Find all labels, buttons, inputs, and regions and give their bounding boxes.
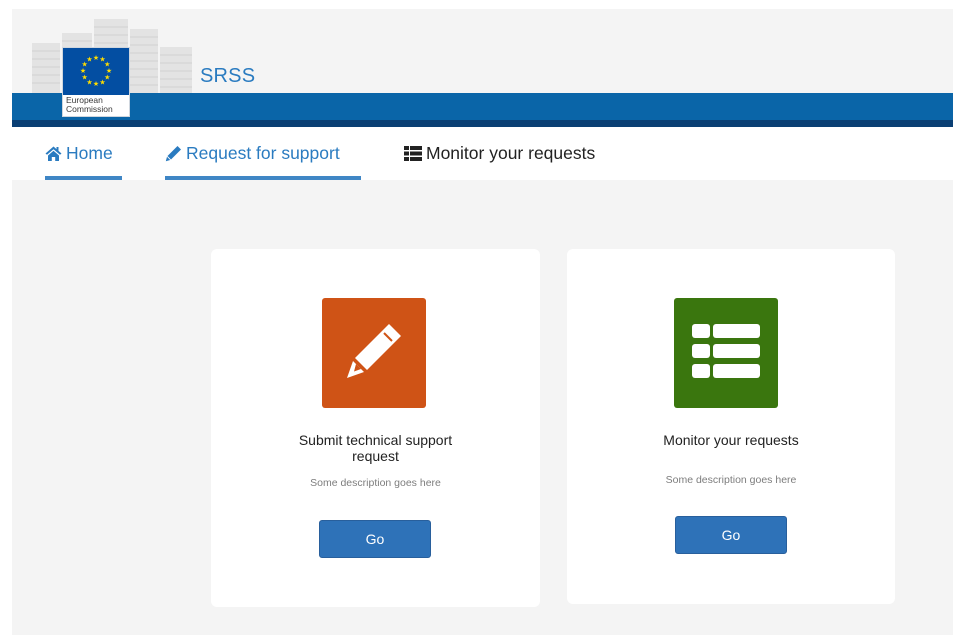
nav-active-indicator: [45, 176, 122, 180]
card-description: Some description goes here: [665, 474, 797, 486]
header-dark-band: [12, 120, 953, 127]
nav-item-monitor-requests[interactable]: Monitor your requests: [404, 127, 634, 180]
nav-item-request-for-support[interactable]: Request for support: [165, 127, 361, 180]
go-button[interactable]: Go: [675, 516, 787, 554]
nav-label-home: Home: [66, 143, 113, 163]
svg-text:★: ★: [93, 80, 99, 88]
monitor-requests-card: Monitor your requests Some description g…: [567, 249, 895, 604]
list-icon: [692, 323, 760, 383]
pencil-icon: [165, 145, 182, 162]
list-icon: [404, 146, 422, 161]
european-commission-logo[interactable]: ★ ★ ★ ★ ★ ★ ★ ★ ★ ★ ★ ★ European Commiss…: [62, 47, 130, 117]
logo-caption: European Commission: [66, 96, 113, 114]
logo-text-line2: Commission: [66, 104, 113, 114]
svg-text:★: ★: [93, 54, 99, 62]
submit-request-tile[interactable]: [322, 298, 426, 408]
svg-text:★: ★: [86, 56, 92, 64]
go-button[interactable]: Go: [319, 520, 431, 558]
card-description: Some description goes here: [310, 477, 441, 489]
header-blue-band: [12, 93, 953, 120]
site-header: ★ ★ ★ ★ ★ ★ ★ ★ ★ ★ ★ ★ European Commiss…: [12, 9, 953, 127]
home-icon: [45, 146, 62, 161]
pencil-icon: [343, 320, 405, 387]
svg-text:★: ★: [99, 78, 105, 86]
nav-label-request-for-support: Request for support: [186, 143, 340, 163]
page-frame: ★ ★ ★ ★ ★ ★ ★ ★ ★ ★ ★ ★ European Commiss…: [12, 9, 953, 635]
submit-request-card: Submit technical support request Some de…: [211, 249, 540, 607]
monitor-requests-tile[interactable]: [674, 298, 778, 408]
nav-label-monitor-requests: Monitor your requests: [426, 143, 596, 163]
card-title: Monitor your requests: [663, 432, 799, 448]
nav-item-home[interactable]: Home: [45, 127, 122, 180]
card-title: Submit technical support request: [298, 432, 453, 464]
eu-flag-icon: ★ ★ ★ ★ ★ ★ ★ ★ ★ ★ ★ ★: [63, 48, 129, 95]
main-nav: Home Request for support Monitor your re…: [12, 127, 953, 180]
nav-active-indicator: [165, 176, 361, 180]
site-title[interactable]: SRSS: [200, 65, 255, 88]
